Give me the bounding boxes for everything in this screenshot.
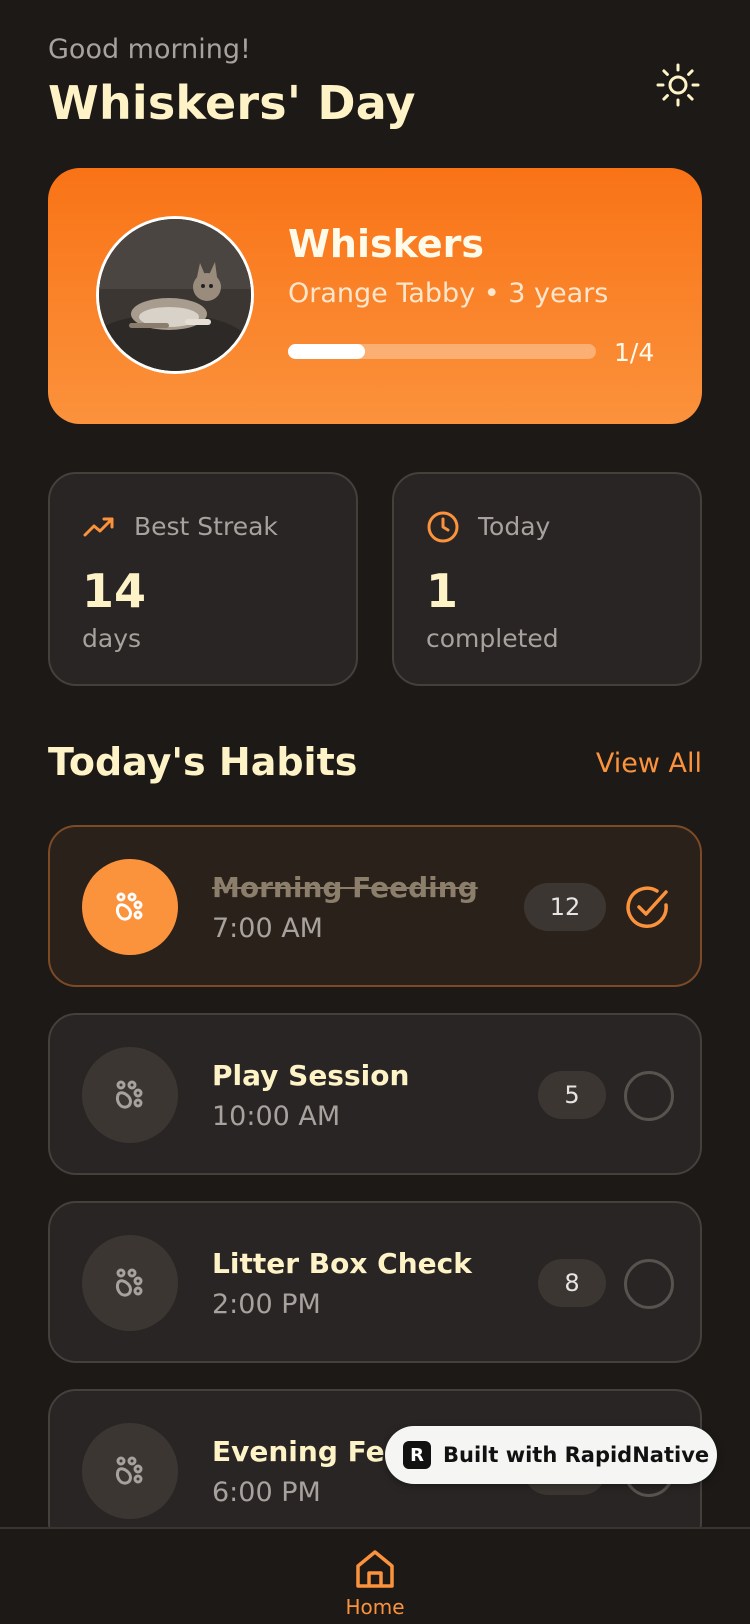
pet-avatar bbox=[96, 216, 254, 374]
built-with-badge[interactable]: R Built with RapidNative bbox=[385, 1426, 717, 1484]
home-screen: Good morning! Whiskers' Day Whiskers Ora… bbox=[0, 0, 750, 1624]
stat-unit: days bbox=[82, 624, 142, 653]
habit-streak-badge: 5 bbox=[538, 1071, 606, 1119]
habit-name: Litter Box Check bbox=[212, 1247, 472, 1280]
stat-label: Today bbox=[478, 512, 551, 541]
empty-circle-icon bbox=[624, 1071, 674, 1121]
view-all-link[interactable]: View All bbox=[596, 748, 702, 779]
tab-home[interactable] bbox=[345, 1547, 405, 1595]
theme-toggle-button[interactable] bbox=[651, 58, 705, 112]
paw-icon bbox=[82, 1047, 178, 1143]
habit-card-play-session[interactable]: Play Session 10:00 AM 5 bbox=[48, 1013, 702, 1175]
habit-complete-toggle[interactable] bbox=[624, 1071, 674, 1121]
habit-time: 2:00 PM bbox=[212, 1289, 321, 1320]
habit-name: Morning Feeding bbox=[212, 871, 478, 904]
pet-details: Orange Tabby • 3 years bbox=[288, 278, 609, 309]
habit-complete-toggle[interactable] bbox=[624, 1259, 674, 1309]
habit-streak-badge: 12 bbox=[524, 883, 606, 931]
stat-value: 1 bbox=[426, 564, 459, 618]
bottom-tab-bar: Home bbox=[0, 1527, 750, 1624]
stat-value: 14 bbox=[82, 564, 147, 618]
daily-progress-fill bbox=[288, 344, 365, 359]
best-streak-card: Best Streak 14 days bbox=[48, 472, 358, 686]
habit-complete-toggle[interactable] bbox=[624, 883, 672, 931]
habits-section-title: Today's Habits bbox=[48, 740, 358, 784]
paw-icon bbox=[82, 859, 178, 955]
pet-name: Whiskers bbox=[288, 222, 484, 266]
habit-card-morning-feeding[interactable]: Morning Feeding 7:00 AM 12 bbox=[48, 825, 702, 987]
habit-time: 7:00 AM bbox=[212, 913, 323, 944]
stat-unit: completed bbox=[426, 624, 559, 653]
daily-progress-bar bbox=[288, 344, 596, 359]
sun-icon bbox=[656, 63, 700, 107]
paw-icon bbox=[82, 1423, 178, 1519]
clock-icon bbox=[426, 510, 460, 544]
home-icon bbox=[356, 1550, 394, 1588]
page-title: Whiskers' Day bbox=[48, 76, 416, 130]
rapidnative-logo-icon: R bbox=[403, 1441, 431, 1469]
check-circle-icon bbox=[626, 886, 668, 928]
cat-photo-icon bbox=[99, 219, 251, 371]
habit-name: Play Session bbox=[212, 1059, 410, 1092]
habit-time: 10:00 AM bbox=[212, 1101, 341, 1132]
greeting-text: Good morning! bbox=[48, 34, 251, 65]
habit-streak-badge: 8 bbox=[538, 1259, 606, 1307]
habit-time: 6:00 PM bbox=[212, 1477, 321, 1508]
daily-progress-label: 1/4 bbox=[614, 338, 655, 367]
trending-up-icon bbox=[82, 510, 116, 544]
pet-profile-card[interactable]: Whiskers Orange Tabby • 3 years 1/4 bbox=[48, 168, 702, 424]
built-with-text: Built with RapidNative bbox=[443, 1443, 710, 1467]
empty-circle-icon bbox=[624, 1259, 674, 1309]
today-completed-card: Today 1 completed bbox=[392, 472, 702, 686]
stat-label: Best Streak bbox=[134, 512, 278, 541]
paw-icon bbox=[82, 1235, 178, 1331]
habit-card-litter-box-check[interactable]: Litter Box Check 2:00 PM 8 bbox=[48, 1201, 702, 1363]
tab-home-label[interactable]: Home bbox=[325, 1595, 425, 1619]
